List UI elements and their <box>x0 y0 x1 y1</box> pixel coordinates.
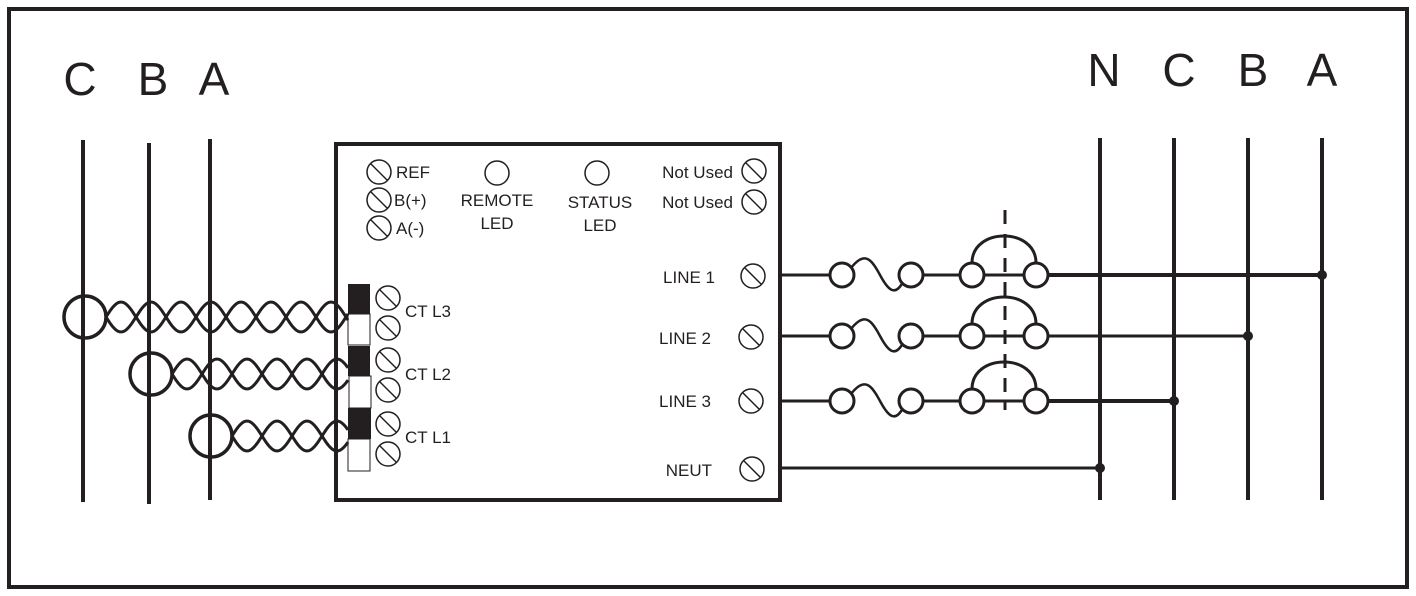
voltage-screw-icon <box>738 388 764 414</box>
left-bus-label-c: C <box>63 53 96 105</box>
status-led-label-line2: LED <box>583 216 616 235</box>
ct-l1 <box>188 413 350 459</box>
ct-screw-icon <box>375 441 401 467</box>
bus-junction-dot <box>1317 270 1327 280</box>
fuse-element-icon <box>850 383 905 418</box>
neutral-junction-dot <box>1095 463 1105 473</box>
current-transformers <box>62 294 350 459</box>
terminal-label-b-plus: B(+) <box>394 191 427 210</box>
comm-screw-icon <box>366 159 392 185</box>
not-used-screw-icon <box>741 158 767 184</box>
line-1-circuit <box>780 234 1327 292</box>
ct-l3-label: CT L3 <box>405 302 451 321</box>
right-bus-label-a: A <box>1307 44 1338 96</box>
ct-screw-icon <box>375 315 401 341</box>
ct-l1-label: CT L1 <box>405 428 451 447</box>
breaker-terminal-icon <box>1022 261 1050 289</box>
ct-l1-block-white <box>347 438 371 472</box>
breaker-terminal-icon <box>958 387 986 415</box>
neut-label: NEUT <box>666 461 712 480</box>
ct-terminal-blocks <box>347 284 372 472</box>
ct-l3-block-black <box>348 284 370 314</box>
line-2-circuit <box>780 295 1253 353</box>
comm-screw-icon <box>366 215 392 241</box>
status-led-label-line1: STATUS <box>568 193 633 212</box>
not-used-label-2: Not Used <box>662 193 733 212</box>
line-2-label: LINE 2 <box>659 329 711 348</box>
terminal-label-ref: REF <box>396 163 430 182</box>
breaker-terminal-icon <box>958 261 986 289</box>
bus-junction-dot <box>1243 331 1253 341</box>
not-used-label-1: Not Used <box>662 163 733 182</box>
right-bus-label-b: B <box>1238 44 1269 96</box>
ct-l2-block-black <box>348 346 370 376</box>
status-led-icon <box>584 160 610 186</box>
fuse-terminal-icon <box>897 322 925 350</box>
right-bus-label-c: C <box>1162 44 1195 96</box>
ct-twisted-lead <box>170 357 350 391</box>
fuse-terminal-icon <box>828 387 856 415</box>
line-3-circuit <box>780 360 1179 418</box>
fuse-terminal-icon <box>828 261 856 289</box>
ct-screw-icon <box>375 347 401 373</box>
breaker-terminal-icon <box>1022 322 1050 350</box>
left-bus-label-a: A <box>199 53 230 105</box>
breaker-terminal-icon <box>1022 387 1050 415</box>
fuse-terminal-icon <box>897 261 925 289</box>
ct-l3-block-white <box>347 313 371 346</box>
wiring-diagram: C B A N C B A REF B(+) A(-) REMOTE LED S… <box>7 7 1409 589</box>
left-bus: C B A <box>63 53 230 504</box>
terminal-label-a-minus: A(-) <box>396 219 424 238</box>
fuse-terminal-icon <box>828 322 856 350</box>
voltage-screw-icon <box>738 324 764 350</box>
ct-l2-block-white <box>348 375 372 409</box>
remote-led-label-line2: LED <box>480 214 513 233</box>
ct-screw-icon <box>375 377 401 403</box>
ct-l1-block-black <box>348 408 371 439</box>
bus-junction-dot <box>1169 396 1179 406</box>
ct-screw-icon <box>375 285 401 311</box>
not-used-screw-icon <box>741 189 767 215</box>
right-bus: N C B A <box>1087 44 1338 500</box>
voltage-wiring <box>780 210 1327 473</box>
comm-screw-icon <box>366 187 392 213</box>
ct-l3 <box>62 294 350 340</box>
ct-l2-label: CT L2 <box>405 365 451 384</box>
fuse-terminal-icon <box>897 387 925 415</box>
breaker-terminal-icon <box>958 322 986 350</box>
fuse-element-icon <box>850 257 905 292</box>
ct-l2 <box>128 351 350 397</box>
voltage-screw-icon <box>739 456 765 482</box>
right-bus-label-n: N <box>1087 44 1120 96</box>
voltage-screw-icon <box>740 263 766 289</box>
left-bus-label-b: B <box>138 53 169 105</box>
remote-led-label-line1: REMOTE <box>461 191 534 210</box>
ct-screw-icon <box>375 411 401 437</box>
fuse-element-icon <box>850 318 905 353</box>
line-3-label: LINE 3 <box>659 392 711 411</box>
line-1-label: LINE 1 <box>663 268 715 287</box>
remote-led-icon <box>484 160 510 186</box>
